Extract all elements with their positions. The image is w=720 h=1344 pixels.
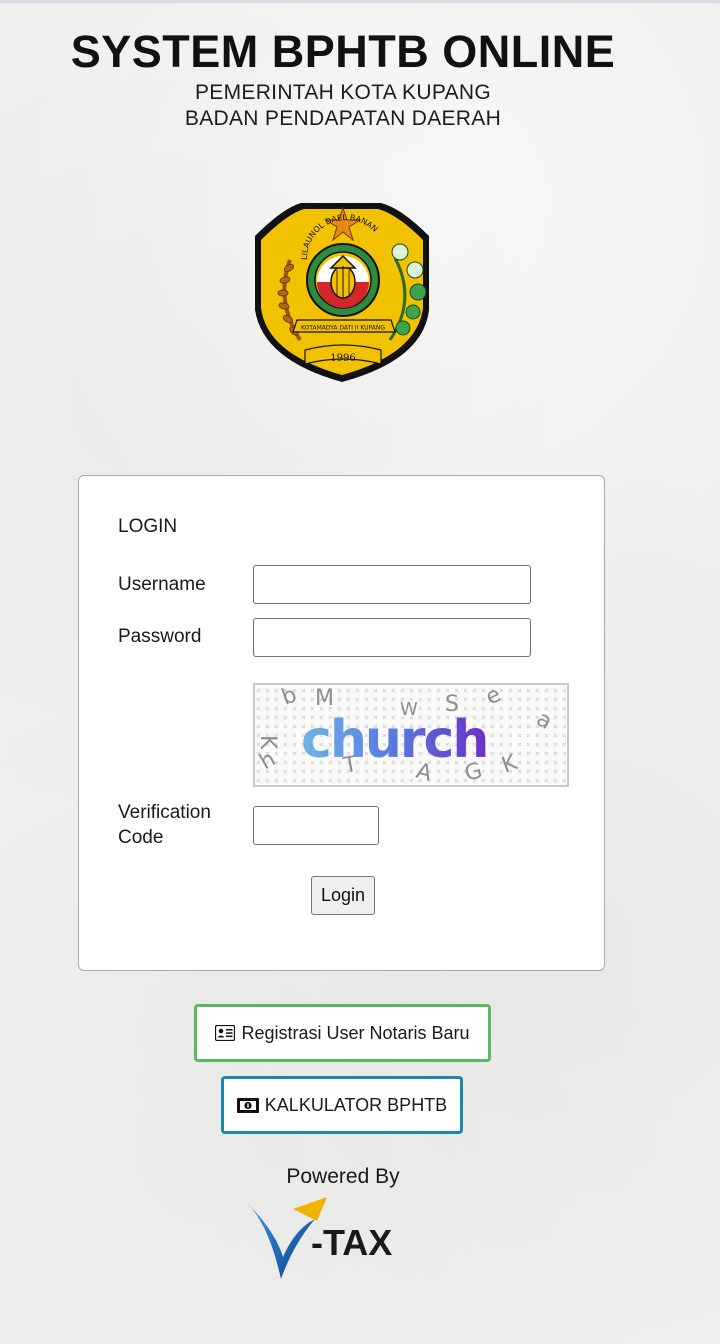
agency-name: BADAN PENDAPATAN DAERAH [184,107,502,130]
top-border [0,0,720,3]
verification-label-line2: Code [118,827,164,848]
bphtb-calculator-button[interactable]: KALKULATOR BPHTB [221,1076,463,1134]
password-input[interactable] [253,618,531,657]
password-label: Password [118,626,202,647]
captcha-image: × M W S b K h T A G K a e church [253,683,569,787]
vtax-logo-icon: -TAX [247,1197,392,1279]
verification-code-input[interactable] [253,806,379,845]
username-input[interactable] [253,565,531,604]
id-card-icon [215,1025,236,1041]
login-button[interactable]: Login [311,876,375,915]
captcha-word: church [301,710,487,770]
emblem-year: 1996 [330,353,355,364]
app-title: SYSTEM BPHTB ONLINE [70,26,616,77]
verification-label-line1: Verification [118,802,211,823]
login-title: LOGIN [118,516,178,537]
bphtb-calculator-label: KALKULATOR BPHTB [264,1094,448,1115]
government-name: PEMERINTAH KOTA KUPANG [195,81,491,104]
svg-text:M: M [315,686,334,711]
register-notary-button[interactable]: Registrasi User Notaris Baru [194,1004,491,1062]
page-header: SYSTEM BPHTB ONLINE PEMERINTAH KOTA KUPA… [0,24,686,132]
register-notary-label: Registrasi User Notaris Baru [241,1022,470,1043]
powered-by-label: Powered By [286,1165,400,1188]
username-label: Username [118,574,206,595]
emblem-inscription: KOTAMADYA DATI II KUPANG [301,325,385,332]
kupang-city-emblem-icon: LILAUNOL DAEL BANAN KOTAMADYA DATI II KU… [255,203,429,382]
login-card: LOGIN Username Password × M W S b [78,475,605,971]
vtax-brand-text: -TAX [311,1222,392,1263]
money-bill-icon [236,1097,259,1113]
verification-label: Verification Code [118,800,211,850]
